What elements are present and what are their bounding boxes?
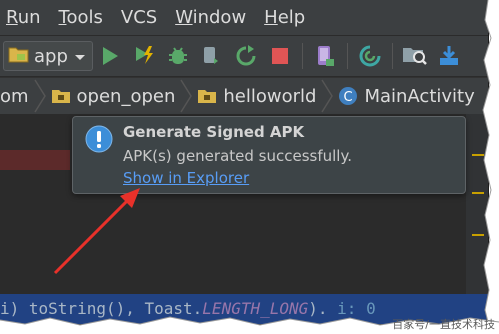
class-icon: C	[339, 87, 358, 105]
rerun-icon	[236, 45, 256, 66]
menu-help-label: elp	[277, 7, 306, 28]
debug-button[interactable]	[165, 43, 191, 69]
breadcrumb-label: MainActivity	[364, 85, 475, 107]
download-icon	[439, 46, 458, 65]
menu-run-label: un	[17, 7, 41, 28]
torn-edge-right	[479, 0, 499, 334]
breadcrumb-item-helloworld[interactable]: helloworld	[197, 86, 316, 107]
menu-window[interactable]: Window	[175, 7, 246, 28]
menu-vcs[interactable]: VCS	[121, 7, 157, 28]
breadcrumb-item-package[interactable]: om	[0, 86, 29, 107]
notification-message: APK(s) generated successfully.	[123, 147, 352, 165]
breadcrumb-separator-icon	[180, 79, 193, 113]
run-config-dropdown[interactable]: app	[3, 41, 93, 71]
device-icon	[317, 46, 334, 66]
breadcrumb-separator-icon	[321, 79, 334, 113]
attach-debugger-icon	[203, 47, 218, 64]
gradle-sync-icon	[359, 45, 381, 67]
error-highlight-line	[0, 150, 70, 170]
run-config-label: app	[34, 45, 68, 67]
stop-button[interactable]	[267, 43, 293, 69]
instant-run-icon	[135, 46, 153, 64]
breadcrumb-item-open-open[interactable]: open_open	[51, 85, 176, 107]
run-button[interactable]	[97, 43, 123, 69]
svg-text:C: C	[344, 90, 353, 105]
main-toolbar: app	[0, 36, 488, 76]
breadcrumb-separator-icon	[33, 79, 46, 113]
project-structure-button[interactable]	[402, 43, 428, 69]
menu-window-label: indow	[192, 7, 247, 28]
android-module-icon	[8, 45, 30, 67]
info-icon	[85, 125, 113, 153]
rerun-button[interactable]	[233, 43, 259, 69]
toolbar-separator	[346, 43, 348, 69]
package-folder-icon	[198, 90, 217, 103]
show-in-explorer-link[interactable]: Show in Explorer	[123, 169, 249, 187]
apply-changes-button[interactable]	[131, 43, 157, 69]
play-icon	[102, 47, 118, 65]
package-folder-icon	[51, 90, 70, 103]
menu-run[interactable]: Run	[6, 7, 41, 28]
toolbar-separator	[391, 43, 393, 69]
breadcrumb-label: om	[0, 85, 29, 107]
menu-help[interactable]: Help	[264, 7, 305, 28]
sdk-manager-button[interactable]	[436, 43, 462, 69]
menu-window-mnemonic: W	[175, 7, 193, 28]
breadcrumb-item-mainactivity[interactable]: C MainActivity	[338, 85, 475, 107]
breadcrumb-label: open_open	[76, 85, 176, 107]
sync-gradle-button[interactable]	[357, 43, 383, 69]
attach-debugger-button[interactable]	[199, 43, 225, 69]
toolbar-separator	[301, 43, 303, 69]
folder-search-icon	[402, 48, 427, 65]
ide-window: Run Tools VCS Window Help app om open_op…	[0, 0, 489, 325]
breadcrumb-label: helloworld	[223, 85, 317, 107]
menu-vcs-label: VCS	[120, 7, 158, 28]
menu-help-mnemonic: H	[264, 7, 278, 28]
menu-bar: Run Tools VCS Window Help	[0, 0, 488, 36]
watermark: 百家号/一直技术科技	[392, 318, 495, 331]
notification-balloon: Generate Signed APK APK(s) generated suc…	[72, 116, 466, 194]
menu-tools-label: ools	[66, 7, 103, 28]
breadcrumb: om open_open helloworld C MainActivity	[0, 77, 488, 115]
menu-tools[interactable]: Tools	[59, 7, 103, 28]
chevron-down-icon	[74, 47, 86, 66]
stop-icon	[271, 48, 288, 64]
avd-manager-button[interactable]	[312, 43, 338, 69]
notification-title: Generate Signed APK	[123, 123, 305, 141]
menu-run-mnemonic: R	[6, 7, 18, 28]
debug-icon	[168, 47, 187, 64]
